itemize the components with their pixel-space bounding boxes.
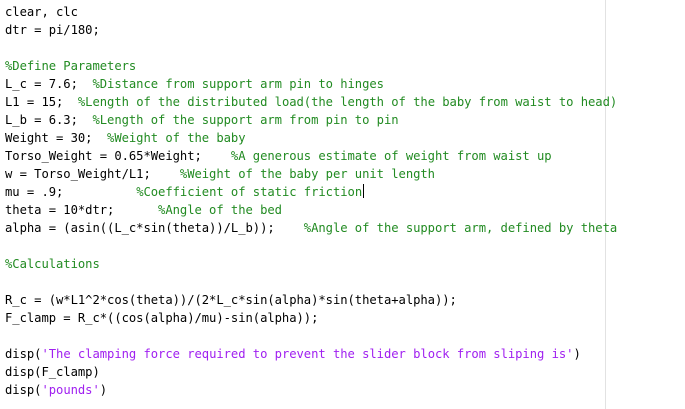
code-text: theta = 10*dtr; [5, 203, 159, 217]
code-comment: %Define Parameters [5, 59, 137, 73]
code-comment: %Weight of the baby per unit length [179, 167, 435, 181]
code-text: F_clamp = R_c*((cos(alpha)/mu)-sin(alpha… [5, 311, 319, 325]
code-text: L_b = 6.3; [5, 113, 93, 127]
code-line[interactable]: R_c = (w*L1^2*cos(theta))/(2*L_c*sin(alp… [5, 291, 617, 309]
code-text: dtr = pi/180; [5, 23, 100, 37]
code-comment: %Angle of the support arm, defined by th… [303, 221, 618, 235]
code-line[interactable]: %Define Parameters [5, 57, 617, 75]
code-comment: %Weight of the baby [107, 131, 246, 145]
code-line[interactable]: L1 = 15; %Length of the distributed load… [5, 93, 617, 111]
code-line[interactable]: disp(F_clamp) [5, 363, 617, 381]
code-text: clear, clc [5, 5, 78, 19]
code-text: disp( [5, 383, 42, 397]
code-text: R_c = (w*L1^2*cos(theta))/(2*L_c*sin(alp… [5, 293, 457, 307]
text-cursor [363, 184, 365, 198]
code-text: ) [99, 383, 108, 397]
code-comment: %A generous estimate of weight from wais… [230, 149, 552, 163]
code-line[interactable]: disp('The clamping force required to pre… [5, 345, 617, 363]
code-line[interactable]: clear, clc [5, 3, 617, 21]
code-editor[interactable]: clear, clc dtr = pi/180; %Define Paramete… [0, 0, 685, 409]
code-line[interactable]: %Calculations [5, 255, 617, 273]
code-string: 'pounds' [41, 383, 100, 397]
code-line[interactable]: Torso_Weight = 0.65*Weight; %A generous … [5, 147, 617, 165]
code-line[interactable]: w = Torso_Weight/L1; %Weight of the baby… [5, 165, 617, 183]
code-comment: %Angle of the bed [158, 203, 282, 217]
code-line[interactable]: dtr = pi/180; [5, 21, 617, 39]
code-text: alpha = (asin((L_c*sin(theta))/L_b)); [5, 221, 304, 235]
code-text: mu = .9; [5, 185, 137, 199]
code-line[interactable]: L_b = 6.3; %Length of the support arm fr… [5, 111, 617, 129]
code-lines: clear, clc dtr = pi/180; %Define Paramete… [5, 3, 617, 399]
code-text: disp( [5, 347, 42, 361]
code-string: 'The clamping force required to prevent … [41, 347, 574, 361]
code-line[interactable]: theta = 10*dtr; %Angle of the bed [5, 201, 617, 219]
code-text: L1 = 15; [5, 95, 78, 109]
code-text: ) [573, 347, 581, 361]
code-line[interactable]: alpha = (asin((L_c*sin(theta))/L_b)); %A… [5, 219, 617, 237]
code-line[interactable]: disp('pounds') [5, 381, 617, 399]
code-comment: %Distance from support arm pin to hinges [92, 77, 384, 91]
code-text: Torso_Weight = 0.65*Weight; [5, 149, 231, 163]
code-comment: %Calculations [5, 257, 100, 271]
code-text: w = Torso_Weight/L1; [5, 167, 180, 181]
code-line[interactable] [5, 273, 617, 291]
code-line[interactable] [5, 327, 617, 345]
code-line[interactable]: L_c = 7.6; %Distance from support arm pi… [5, 75, 617, 93]
code-comment: %Coefficient of static friction [136, 185, 363, 199]
code-line[interactable] [5, 237, 617, 255]
code-line[interactable]: Weight = 30; %Weight of the baby [5, 129, 617, 147]
code-comment: %Length of the support arm from pin to p… [92, 113, 399, 127]
code-text: disp(F_clamp) [5, 365, 100, 379]
code-text: Weight = 30; [5, 131, 108, 145]
code-line[interactable] [5, 39, 617, 57]
code-comment: %Length of the distributed load(the leng… [77, 95, 618, 109]
code-line[interactable]: mu = .9; %Coefficient of static friction [5, 183, 617, 201]
code-line[interactable]: F_clamp = R_c*((cos(alpha)/mu)-sin(alpha… [5, 309, 617, 327]
code-text: L_c = 7.6; [5, 77, 93, 91]
